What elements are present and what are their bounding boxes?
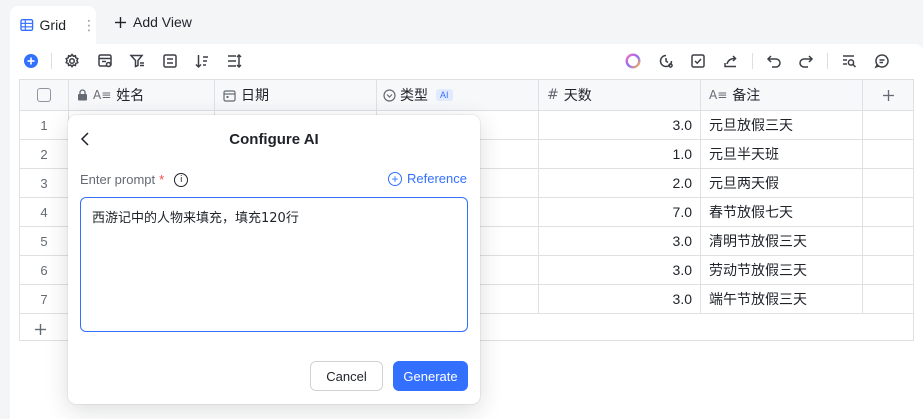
cell-days[interactable]: 2.0	[539, 169, 701, 197]
column-header-date[interactable]: 日期	[215, 80, 377, 110]
prompt-input[interactable]: 西游记中的人物来填充，填充120行	[80, 197, 468, 332]
header-select-all[interactable]	[20, 80, 69, 110]
prompt-label-row: Enter prompt * i	[80, 172, 189, 187]
select-all-checkbox[interactable]	[37, 88, 51, 102]
add-view-button[interactable]: Add View	[114, 14, 192, 30]
toolbar-divider	[51, 53, 52, 69]
plus-circle-icon: +	[388, 171, 403, 186]
row-height-icon[interactable]	[225, 52, 243, 70]
row-number: 3	[20, 169, 69, 197]
group-icon[interactable]	[161, 52, 179, 70]
column-header-note[interactable]: A≡ 备注	[701, 80, 863, 110]
cancel-button[interactable]: Cancel	[310, 361, 383, 391]
row-number: 6	[20, 256, 69, 284]
filter-icon[interactable]	[128, 52, 146, 70]
row-number: 5	[20, 227, 69, 255]
generate-button[interactable]: Generate	[393, 361, 468, 391]
column-header-label: 姓名	[116, 87, 145, 103]
cell-note[interactable]: 元旦放假三天	[701, 111, 863, 139]
dialog-title: Configure AI	[229, 131, 319, 148]
column-header-name[interactable]: A≡ 姓名	[69, 80, 215, 110]
column-header-label: 日期	[241, 87, 269, 103]
required-mark: *	[159, 172, 165, 187]
grid-view-icon	[20, 19, 34, 31]
ai-badge: AI	[436, 89, 453, 101]
undo-icon[interactable]	[765, 52, 783, 70]
plus-icon	[115, 16, 126, 28]
cell-days[interactable]: 3.0	[539, 285, 701, 313]
row-number: 4	[20, 198, 69, 226]
redo-icon[interactable]	[797, 52, 815, 70]
plus-icon	[882, 89, 894, 101]
add-column-button[interactable]	[863, 80, 913, 110]
text-field-icon: A≡	[709, 88, 728, 102]
cell-note[interactable]: 端午节放假三天	[701, 285, 863, 313]
text-field-icon: A≡	[93, 88, 112, 102]
cell-days[interactable]: 3.0	[539, 111, 701, 139]
cell-note[interactable]: 清明节放假三天	[701, 227, 863, 255]
add-record-icon[interactable]	[22, 52, 40, 70]
ai-assistant-icon[interactable]	[624, 52, 642, 70]
add-row-button[interactable]	[34, 319, 47, 342]
cell-note[interactable]: 元旦两天假	[701, 169, 863, 197]
cell-days[interactable]: 1.0	[539, 140, 701, 168]
history-icon[interactable]	[657, 52, 675, 70]
plus-icon	[35, 324, 46, 335]
column-header-label: 类型	[400, 87, 428, 103]
row-number: 1	[20, 111, 69, 139]
grid-header-row: A≡ 姓名 日期 类型 AI # 天数 A≡ 备注	[20, 80, 913, 111]
configure-ai-dialog: Configure AI Enter prompt * i + Referenc…	[68, 115, 480, 404]
cell-note[interactable]: 春节放假七天	[701, 198, 863, 226]
reference-label: Reference	[407, 171, 467, 186]
add-view-label: Add View	[133, 14, 192, 30]
lock-icon	[78, 89, 87, 101]
toolbar-divider	[827, 53, 828, 69]
cell-days[interactable]: 7.0	[539, 198, 701, 226]
comment-icon[interactable]	[873, 52, 891, 70]
column-header-label: 备注	[732, 87, 761, 103]
settings-icon[interactable]	[63, 52, 81, 70]
field-config-icon[interactable]	[96, 52, 114, 70]
cell-days[interactable]: 3.0	[539, 227, 701, 255]
cell-note[interactable]: 劳动节放假三天	[701, 256, 863, 284]
single-select-icon	[383, 88, 396, 102]
column-header-label: 天数	[563, 87, 592, 103]
checklist-icon[interactable]	[689, 52, 707, 70]
cell-days[interactable]: 3.0	[539, 256, 701, 284]
number-field-icon: #	[547, 87, 559, 103]
column-header-type[interactable]: 类型 AI	[377, 80, 539, 110]
search-icon[interactable]	[840, 52, 858, 70]
tab-grid-label: Grid	[39, 17, 66, 33]
tab-grid[interactable]: Grid ⋮	[10, 6, 96, 44]
prompt-label: Enter prompt	[80, 172, 156, 187]
toolbar	[10, 44, 923, 78]
reference-button[interactable]: + Reference	[388, 171, 467, 186]
sort-icon[interactable]	[193, 52, 211, 70]
toolbar-divider	[752, 53, 753, 69]
info-icon[interactable]: i	[174, 172, 189, 187]
row-number: 2	[20, 140, 69, 168]
more-vertical-icon[interactable]: ⋮	[82, 17, 96, 34]
share-icon[interactable]	[722, 52, 740, 70]
row-number: 7	[20, 285, 69, 313]
calendar-icon	[223, 89, 236, 102]
cell-note[interactable]: 元旦半天班	[701, 140, 863, 168]
view-tab-bar: Grid ⋮ Add View	[0, 0, 923, 44]
column-header-days[interactable]: # 天数	[539, 80, 701, 110]
